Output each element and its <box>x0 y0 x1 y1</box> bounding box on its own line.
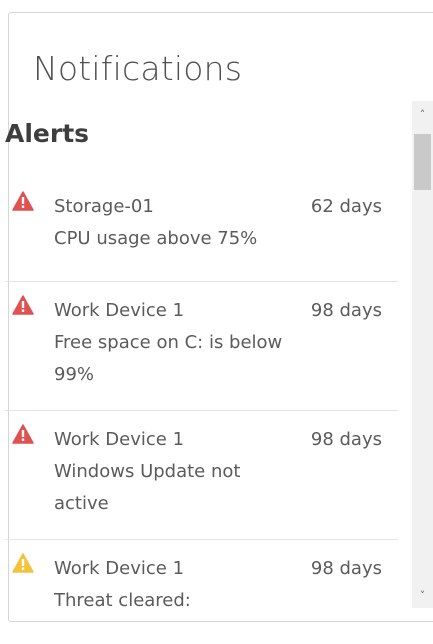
alert-item[interactable]: Work Device 1 Windows Update not active 98… <box>5 411 398 540</box>
scroll-thumb[interactable] <box>414 134 431 190</box>
alerts-heading: Alerts <box>5 119 90 148</box>
warning-triangle-icon <box>12 424 34 444</box>
alert-message: Free space on C: is below 99% <box>54 332 283 385</box>
alert-device: Work Device 1 <box>54 300 185 321</box>
panel-title: Notifications <box>33 49 243 88</box>
alert-list: Storage-01 CPU usage above 75% 62 days Work… <box>5 178 398 644</box>
alert-item[interactable]: Work Device 1 Threat cleared: 98 days <box>5 540 398 644</box>
alert-item[interactable]: Work Device 1 Free space on C: is below 9… <box>5 282 398 411</box>
alert-age: 98 days <box>310 300 382 321</box>
warning-triangle-icon <box>12 191 34 211</box>
alert-message: Threat cleared: <box>54 590 191 611</box>
scroll-up-arrow-icon[interactable]: ˄ <box>412 103 433 125</box>
alert-device: Storage-01 <box>54 196 154 217</box>
alert-message: Windows Update not active <box>54 461 241 514</box>
scroll-down-arrow-icon[interactable]: ˅ <box>412 584 433 606</box>
alert-item[interactable]: Storage-01 CPU usage above 75% 62 days <box>5 178 398 282</box>
alert-message: CPU usage above 75% <box>54 228 258 249</box>
warning-triangle-icon <box>12 553 34 573</box>
alert-age: 62 days <box>310 196 382 217</box>
vertical-scrollbar[interactable]: ˄ ˅ <box>412 101 433 608</box>
warning-triangle-icon <box>12 295 34 315</box>
alert-age: 98 days <box>310 558 382 579</box>
alert-device: Work Device 1 <box>54 558 185 579</box>
alert-age: 98 days <box>310 429 382 450</box>
alert-device: Work Device 1 <box>54 429 185 450</box>
